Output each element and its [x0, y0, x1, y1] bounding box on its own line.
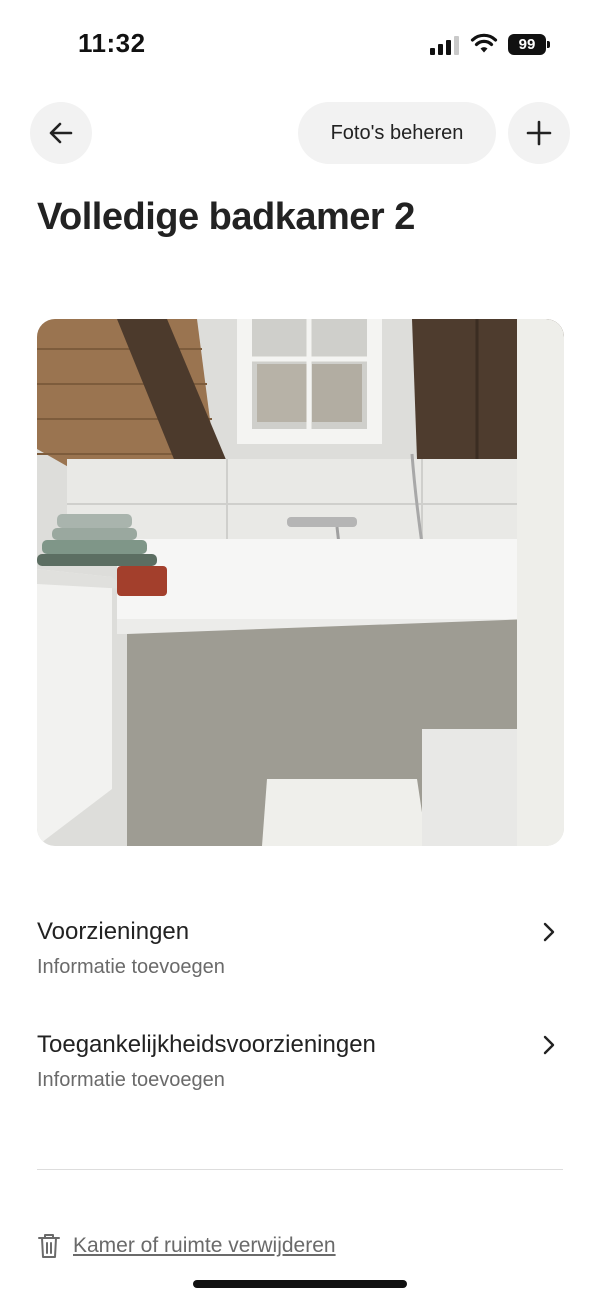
status-time: 11:32 — [78, 28, 146, 58]
amenities-row[interactable]: Voorzieningen Informatie toevoegen — [37, 918, 563, 979]
chevron-right-icon — [543, 922, 555, 942]
accessibility-title: Toegankelijkheidsvoorzieningen — [37, 1031, 376, 1058]
amenities-subtitle: Informatie toevoegen — [37, 956, 225, 978]
delete-room-link[interactable]: Kamer of ruimte verwijderen — [37, 1230, 336, 1262]
arrow-left-icon — [49, 122, 73, 144]
cellular-signal-icon — [430, 35, 460, 55]
status-bar: 11:32 99 — [0, 0, 600, 90]
accessibility-row[interactable]: Toegankelijkheidsvoorzieningen Informati… — [37, 1031, 563, 1092]
trash-icon — [38, 1234, 60, 1258]
divider — [37, 1169, 563, 1170]
page-title: Volledige badkamer 2 — [37, 196, 415, 238]
wifi-icon — [470, 33, 498, 53]
manage-photos-button[interactable]: Foto's beheren — [298, 102, 496, 164]
battery-indicator: 99 — [508, 34, 546, 55]
battery-cap — [547, 41, 550, 48]
plus-icon — [526, 120, 552, 146]
bathroom-photo-image — [37, 319, 564, 846]
delete-room-label[interactable]: Kamer of ruimte verwijderen — [73, 1234, 336, 1258]
amenities-title: Voorzieningen — [37, 918, 190, 945]
bathroom-photo[interactable] — [37, 319, 564, 846]
accessibility-subtitle: Informatie toevoegen — [37, 1069, 225, 1091]
back-button[interactable] — [30, 102, 92, 164]
room-detail-screen: 11:32 99 Foto's beheren Volledige badkam… — [0, 0, 600, 1301]
home-indicator — [193, 1280, 407, 1288]
add-photo-button[interactable] — [508, 102, 570, 164]
chevron-right-icon — [543, 1035, 555, 1055]
